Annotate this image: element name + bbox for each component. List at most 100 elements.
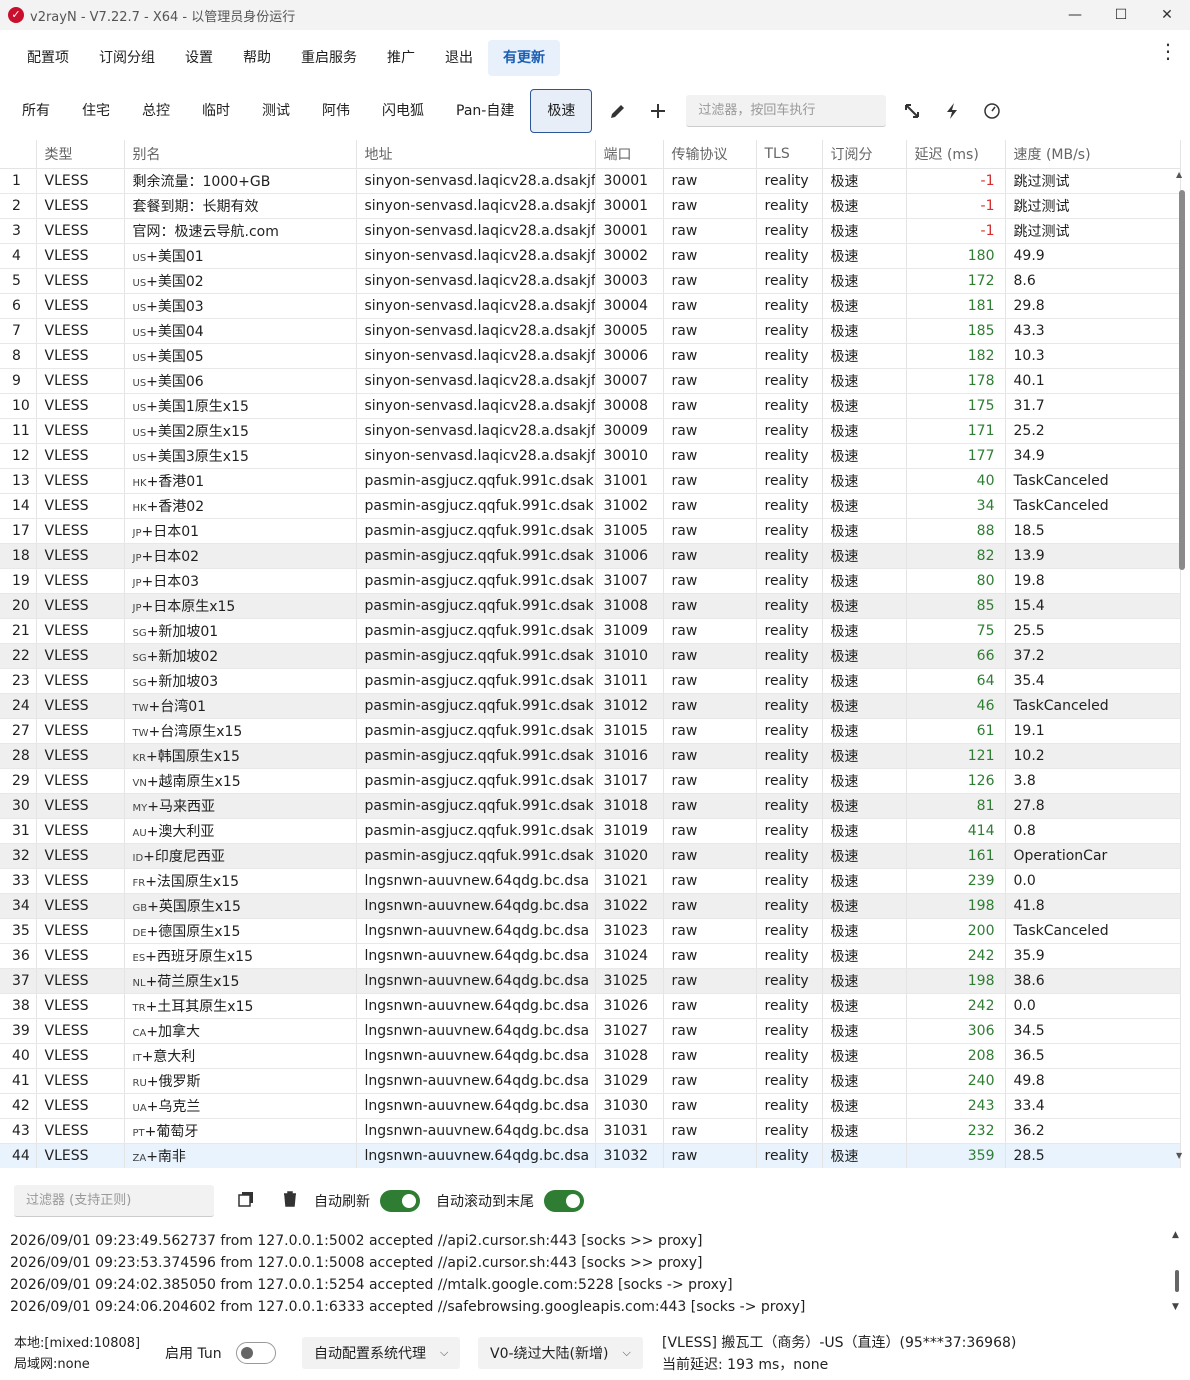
table-row[interactable]: 39 VLESS CA+加拿大 lngsnwn-auuvnew.64qdg.bc.ds… — [0, 1018, 1181, 1044]
alias-text: +美国02 — [146, 273, 204, 290]
copy-icon[interactable] — [226, 1191, 266, 1211]
col-port[interactable]: 端口 — [595, 140, 664, 169]
maximize-button[interactable]: ☐ — [1098, 0, 1144, 30]
table-row[interactable]: 5 VLESS US+美国02 sinyon-senvasd.laqicv28.a.d… — [0, 268, 1181, 294]
tab-test[interactable]: 测试 — [246, 89, 306, 133]
table-row[interactable]: 35 VLESS DE+德国原生x15 lngsnwn-auuvnew.64qdg.b… — [0, 918, 1181, 944]
minimize-button[interactable]: — — [1052, 0, 1098, 30]
table-row[interactable]: 12 VLESS US+美国3原生x15 sinyon-senvasd.laqicv2… — [0, 443, 1181, 469]
col-transport[interactable]: 传输协议 — [663, 140, 757, 169]
table-row[interactable]: 32 VLESS ID+印度尼西亚 pasmin-asgjucz.qqfuk.991c… — [0, 843, 1181, 869]
menu-promotion[interactable]: 推广 — [372, 40, 430, 76]
table-row[interactable]: 11 VLESS US+美国2原生x15 sinyon-senvasd.laqicv2… — [0, 418, 1181, 444]
row-transport: raw — [663, 1118, 757, 1144]
table-row[interactable]: 44 VLESS ZA+南非 lngsnwn-auuvnew.64qdg.bc.dsa… — [0, 1143, 1181, 1168]
trash-icon[interactable] — [270, 1191, 310, 1211]
table-row[interactable]: 33 VLESS FR+法国原生x15 lngsnwn-auuvnew.64qdg.b… — [0, 868, 1181, 894]
log-scrollbar-thumb[interactable] — [1175, 1270, 1179, 1292]
table-row[interactable]: 34 VLESS GB+英国原生x15 lngsnwn-auuvnew.64qdg.b… — [0, 893, 1181, 919]
menu-help[interactable]: 帮助 — [228, 40, 286, 76]
lightning-icon[interactable] — [932, 89, 972, 133]
table-row[interactable]: 10 VLESS US+美国1原生x15 sinyon-senvasd.laqicv2… — [0, 393, 1181, 419]
log-filter-input[interactable] — [14, 1185, 214, 1217]
menu-subscription-group[interactable]: 订阅分组 — [84, 40, 170, 76]
table-row[interactable]: 31 VLESS AU+澳大利亚 pasmin-asgjucz.qqfuk.991c.… — [0, 818, 1181, 844]
col-speed[interactable]: 速度 (MB/s) — [1005, 140, 1181, 169]
table-row[interactable]: 17 VLESS JP+日本01 pasmin-asgjucz.qqfuk.991c.… — [0, 518, 1181, 544]
table-row[interactable]: 41 VLESS RU+俄罗斯 lngsnwn-auuvnew.64qdg.bc.ds… — [0, 1068, 1181, 1094]
table-row[interactable]: 19 VLESS JP+日本03 pasmin-asgjucz.qqfuk.991c.… — [0, 568, 1181, 594]
table-row[interactable]: 29 VLESS VN+越南原生x15 pasmin-asgjucz.qqfuk.99… — [0, 768, 1181, 794]
alias-text: +马来西亚 — [147, 798, 215, 815]
table-row[interactable]: 43 VLESS PT+葡萄牙 lngsnwn-auuvnew.64qdg.bc.ds… — [0, 1118, 1181, 1144]
table-row[interactable]: 24 VLESS TW+台湾01 pasmin-asgjucz.qqfuk.991c.… — [0, 693, 1181, 719]
row-alias: RU+俄罗斯 — [124, 1068, 357, 1094]
tab-awei[interactable]: 阿伟 — [306, 89, 366, 133]
col-alias[interactable]: 别名 — [124, 140, 357, 169]
tab-temporary[interactable]: 临时 — [186, 89, 246, 133]
col-delay[interactable]: 延迟 (ms) — [906, 140, 1006, 169]
tab-residential[interactable]: 住宅 — [66, 89, 126, 133]
table-row[interactable]: 28 VLESS KR+韩国原生x15 pasmin-asgjucz.qqfuk.99… — [0, 743, 1181, 769]
tab-master[interactable]: 总控 — [126, 89, 186, 133]
table-row[interactable]: 23 VLESS SG+新加坡03 pasmin-asgjucz.qqfuk.991c… — [0, 668, 1181, 694]
speedometer-icon[interactable] — [972, 89, 1012, 133]
table-row[interactable]: 21 VLESS SG+新加坡01 pasmin-asgjucz.qqfuk.991c… — [0, 618, 1181, 644]
row-speed: 跳过测试 — [1005, 218, 1181, 244]
more-options-icon[interactable]: ⋮ — [1158, 41, 1178, 61]
col-tls[interactable]: TLS — [756, 140, 823, 169]
table-row[interactable]: 3 VLESS 官网：极速云导航.com sinyon-senvasd.laqicv2… — [0, 218, 1181, 244]
table-row[interactable]: 27 VLESS TW+台湾原生x15 pasmin-asgjucz.qqfuk.99… — [0, 718, 1181, 744]
country-code: GB — [132, 902, 148, 914]
menu-update-available[interactable]: 有更新 — [488, 40, 560, 76]
table-row[interactable]: 8 VLESS US+美国05 sinyon-senvasd.laqicv28.a.d… — [0, 343, 1181, 369]
menu-settings[interactable]: 设置 — [170, 40, 228, 76]
system-proxy-dropdown[interactable]: 自动配置系统代理 ⌵ — [302, 1337, 461, 1369]
menu-profiles[interactable]: 配置项 — [12, 40, 84, 76]
tab-jisu[interactable]: 极速 — [530, 89, 593, 133]
table-row[interactable]: 22 VLESS SG+新加坡02 pasmin-asgjucz.qqfuk.991c… — [0, 643, 1181, 669]
table-row[interactable]: 6 VLESS US+美国03 sinyon-senvasd.laqicv28.a.d… — [0, 293, 1181, 319]
table-row[interactable]: 40 VLESS IT+意大利 lngsnwn-auuvnew.64qdg.bc.ds… — [0, 1043, 1181, 1069]
col-type[interactable]: 类型 — [36, 140, 125, 169]
col-subscription[interactable]: 订阅分 — [822, 140, 907, 169]
table-row[interactable]: 30 VLESS MY+马来西亚 pasmin-asgjucz.qqfuk.991c.… — [0, 793, 1181, 819]
tab-lightning-fox[interactable]: 闪电狐 — [366, 89, 440, 133]
expand-icon[interactable] — [892, 89, 932, 133]
auto-refresh-toggle[interactable] — [380, 1190, 420, 1212]
tab-pan-selfbuilt[interactable]: Pan-自建 — [440, 89, 530, 133]
table-row[interactable]: 9 VLESS US+美国06 sinyon-senvasd.laqicv28.a.d… — [0, 368, 1181, 394]
close-button[interactable]: ✕ — [1144, 0, 1190, 30]
table-row[interactable]: 1 VLESS 剩余流量：1000+GB sinyon-senvasd.laqicv2… — [0, 168, 1181, 194]
row-speed: 25.5 — [1005, 618, 1181, 644]
routing-dropdown[interactable]: V0-绕过大陆(新增) ⌵ — [478, 1337, 643, 1369]
table-row[interactable]: 4 VLESS US+美国01 sinyon-senvasd.laqicv28.a.d… — [0, 243, 1181, 269]
auto-scroll-toggle[interactable] — [544, 1190, 584, 1212]
table-row[interactable]: 36 VLESS ES+西班牙原生x15 lngsnwn-auuvnew.64qdg.… — [0, 943, 1181, 969]
row-type: VLESS — [36, 243, 125, 269]
log-scrollbar[interactable]: ▲ ▼ — [1172, 1230, 1182, 1312]
col-index[interactable] — [0, 140, 37, 169]
plus-icon[interactable] — [638, 89, 678, 133]
table-scrollbar[interactable]: ▲ ▼ — [1176, 170, 1186, 1160]
table-row[interactable]: 2 VLESS 套餐到期：长期有效 sinyon-senvasd.laqicv28.a… — [0, 193, 1181, 219]
table-row[interactable]: 37 VLESS NL+荷兰原生x15 lngsnwn-auuvnew.64qdg.b… — [0, 968, 1181, 994]
table-row[interactable]: 13 VLESS HK+香港01 pasmin-asgjucz.qqfuk.991c.… — [0, 468, 1181, 494]
table-row[interactable]: 7 VLESS US+美国04 sinyon-senvasd.laqicv28.a.d… — [0, 318, 1181, 344]
table-scrollbar-thumb[interactable] — [1179, 190, 1185, 570]
server-filter-input[interactable] — [686, 95, 887, 127]
row-tls: reality — [756, 593, 823, 619]
tab-all[interactable]: 所有 — [6, 89, 66, 133]
table-row[interactable]: 14 VLESS HK+香港02 pasmin-asgjucz.qqfuk.991c.… — [0, 493, 1181, 519]
row-type: VLESS — [36, 393, 125, 419]
menu-exit[interactable]: 退出 — [430, 40, 488, 76]
table-row[interactable]: 20 VLESS JP+日本原生x15 pasmin-asgjucz.qqfuk.99… — [0, 593, 1181, 619]
country-code: MY — [132, 802, 148, 814]
table-row[interactable]: 18 VLESS JP+日本02 pasmin-asgjucz.qqfuk.991c.… — [0, 543, 1181, 569]
tun-toggle[interactable] — [235, 1342, 276, 1364]
col-address[interactable]: 地址 — [356, 140, 596, 169]
table-row[interactable]: 38 VLESS TR+土耳其原生x15 lngsnwn-auuvnew.64qdg.… — [0, 993, 1181, 1019]
pencil-icon[interactable] — [598, 89, 638, 133]
table-row[interactable]: 42 VLESS UA+乌克兰 lngsnwn-auuvnew.64qdg.bc.ds… — [0, 1093, 1181, 1119]
menu-restart-service[interactable]: 重启服务 — [286, 40, 372, 76]
